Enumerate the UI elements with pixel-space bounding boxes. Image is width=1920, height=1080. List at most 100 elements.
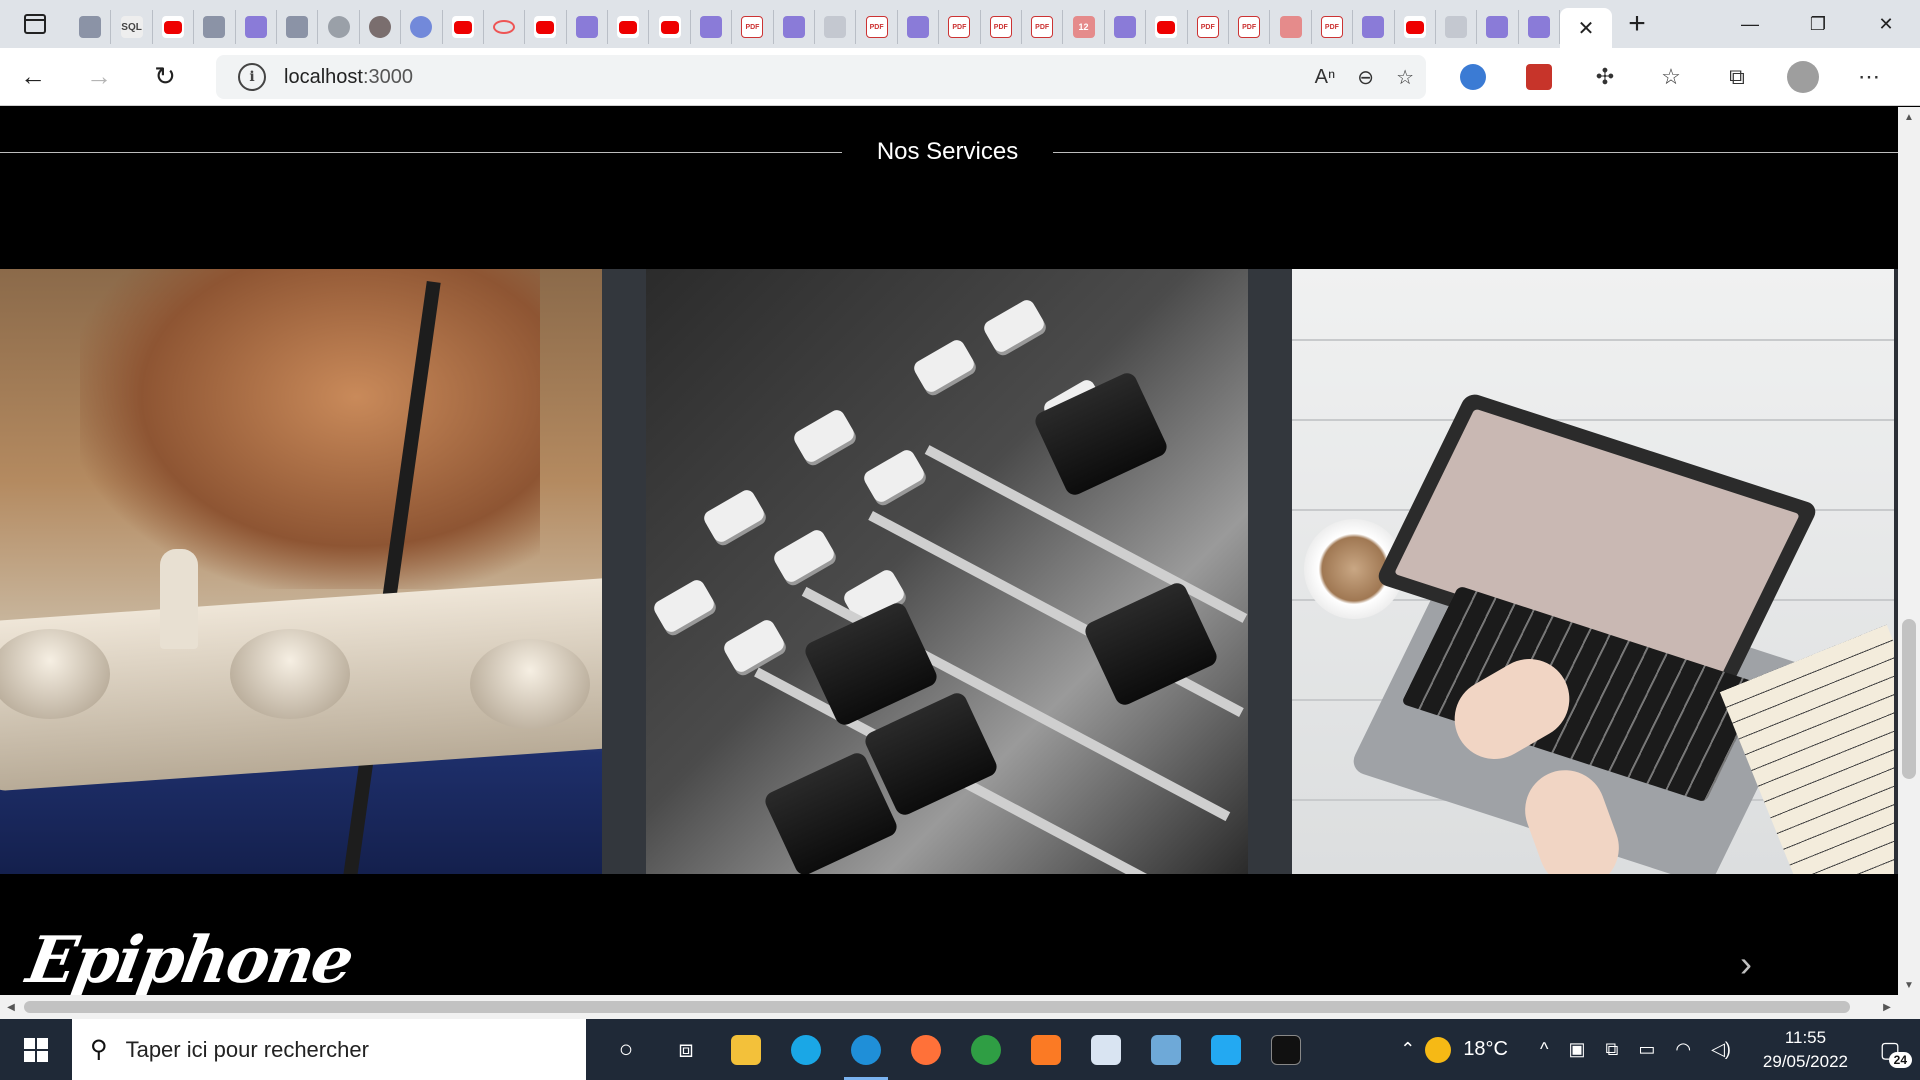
- button-shape: [721, 617, 787, 675]
- volume-icon[interactable]: ◁): [1711, 1039, 1731, 1060]
- battery-icon[interactable]: ▭: [1638, 1039, 1655, 1060]
- tab[interactable]: PDF: [856, 10, 898, 44]
- tab[interactable]: [1519, 10, 1561, 44]
- show-hidden-icons-icon[interactable]: ^: [1540, 1039, 1548, 1060]
- tab[interactable]: [1477, 10, 1519, 44]
- address-bar[interactable]: i localhost:3000 A︎ⁿ ⊖ ☆: [216, 55, 1426, 99]
- forward-button[interactable]: →: [66, 48, 132, 106]
- scroll-up-icon[interactable]: ▲: [1898, 107, 1920, 127]
- scroll-down-icon[interactable]: ▼: [1898, 975, 1920, 995]
- tab[interactable]: [815, 10, 857, 44]
- wifi-icon[interactable]: ◠: [1675, 1039, 1691, 1060]
- chrome-icon[interactable]: [956, 1019, 1016, 1080]
- vertical-scroll-thumb[interactable]: [1902, 619, 1916, 779]
- tab[interactable]: [194, 10, 236, 44]
- tab[interactable]: PDF: [981, 10, 1022, 44]
- terminal-icon[interactable]: [1256, 1019, 1316, 1080]
- favorites-icon[interactable]: ☆: [1638, 48, 1704, 106]
- ms-edge-dev-icon[interactable]: [776, 1019, 836, 1080]
- tab[interactable]: [318, 10, 360, 44]
- close-tab-icon[interactable]: ✕: [1578, 16, 1595, 41]
- tab[interactable]: PDF: [1188, 10, 1229, 44]
- vertical-scrollbar[interactable]: ▲ ▼: [1898, 107, 1920, 995]
- tab[interactable]: [153, 10, 195, 44]
- tab[interactable]: PDF: [732, 10, 774, 44]
- tab[interactable]: PDF: [1312, 10, 1354, 44]
- taskbar-search[interactable]: ⚲ Taper ici pour rechercher: [72, 1019, 586, 1080]
- tab[interactable]: [525, 10, 567, 44]
- screen-capture-icon[interactable]: ⧉: [1605, 1039, 1618, 1060]
- laptop-music-sheet-image[interactable]: [1292, 269, 1894, 874]
- tab[interactable]: [360, 10, 402, 44]
- tab[interactable]: [898, 10, 940, 44]
- collections-icon[interactable]: ⧉: [1704, 48, 1770, 106]
- scroll-right-icon[interactable]: ▶: [1876, 995, 1898, 1019]
- tab[interactable]: [70, 10, 112, 44]
- tab[interactable]: [567, 10, 609, 44]
- guitar-repair-image[interactable]: [0, 269, 602, 874]
- tab[interactable]: [1146, 10, 1188, 44]
- purple-app-icon: [907, 16, 929, 38]
- virtualbox-icon[interactable]: [1136, 1019, 1196, 1080]
- ms-edge-icon[interactable]: [836, 1019, 896, 1080]
- reload-button[interactable]: ↻: [132, 48, 198, 106]
- scroll-left-icon[interactable]: ◀: [0, 995, 22, 1019]
- restore-button[interactable]: ❐: [1784, 0, 1852, 48]
- tab[interactable]: [649, 10, 691, 44]
- active-tab[interactable]: ✕: [1560, 8, 1613, 48]
- close-window-button[interactable]: ✕: [1852, 0, 1920, 48]
- minimize-button[interactable]: —: [1716, 0, 1784, 48]
- button-shape: [771, 527, 837, 585]
- tab[interactable]: PDF: [1022, 10, 1064, 44]
- tab[interactable]: [1395, 10, 1436, 44]
- tab[interactable]: [608, 10, 650, 44]
- tab[interactable]: [1105, 10, 1147, 44]
- meet-now-icon[interactable]: ▣: [1568, 1039, 1585, 1060]
- mixing-console-image[interactable]: [646, 269, 1248, 874]
- tab[interactable]: PDF: [1229, 10, 1271, 44]
- extension-button[interactable]: [1506, 48, 1572, 106]
- url-text[interactable]: localhost:3000: [284, 66, 413, 89]
- horizontal-scrollbar[interactable]: ◀ ▶: [0, 995, 1898, 1019]
- tab[interactable]: PDF: [939, 10, 981, 44]
- notification-center-button[interactable]: ▢ 24: [1870, 1030, 1912, 1070]
- vscode-icon[interactable]: [1196, 1019, 1256, 1080]
- tab[interactable]: [401, 10, 443, 44]
- tab-actions-button[interactable]: [0, 0, 70, 48]
- tab[interactable]: [1270, 10, 1312, 44]
- settings-more-icon[interactable]: ⋯: [1836, 48, 1902, 106]
- tab[interactable]: [1436, 10, 1478, 44]
- tab[interactable]: [774, 10, 816, 44]
- paint-icon[interactable]: [1076, 1019, 1136, 1080]
- chevron-up-down-icon[interactable]: ⌃: [1400, 1039, 1415, 1060]
- zoom-out-icon[interactable]: ⊖: [1357, 65, 1374, 90]
- profile-button[interactable]: [1770, 48, 1836, 106]
- file-explorer-icon[interactable]: [716, 1019, 776, 1080]
- weather-sun-icon[interactable]: [1425, 1036, 1452, 1063]
- start-button[interactable]: [0, 1019, 72, 1080]
- add-favorite-icon[interactable]: ☆: [1396, 65, 1414, 90]
- extensions-puzzle-icon[interactable]: ✣: [1572, 48, 1638, 106]
- tab[interactable]: [1353, 10, 1395, 44]
- tab[interactable]: [277, 10, 319, 44]
- back-button[interactable]: ←: [0, 48, 66, 106]
- cortana-icon[interactable]: ○: [596, 1019, 656, 1080]
- temperature[interactable]: 18°C: [1463, 1038, 1508, 1061]
- tab[interactable]: 12: [1063, 10, 1105, 44]
- carousel-next-icon[interactable]: ›: [1740, 943, 1752, 985]
- tab[interactable]: [484, 10, 526, 44]
- tab[interactable]: SQL: [111, 10, 153, 44]
- tab[interactable]: [691, 10, 733, 44]
- tab[interactable]: [236, 10, 277, 44]
- task-view-icon[interactable]: ⧈: [656, 1019, 716, 1080]
- react-icon: [203, 16, 226, 38]
- new-tab-button[interactable]: +: [1612, 0, 1662, 48]
- extension-button[interactable]: [1440, 48, 1506, 106]
- xampp-icon[interactable]: [1016, 1019, 1076, 1080]
- tab[interactable]: [443, 10, 484, 44]
- site-info-icon[interactable]: i: [238, 63, 266, 91]
- firefox-icon[interactable]: [896, 1019, 956, 1080]
- clock[interactable]: 11:55 29/05/2022: [1763, 1026, 1848, 1074]
- horizontal-scroll-thumb[interactable]: [24, 1001, 1850, 1013]
- read-aloud-icon[interactable]: A︎ⁿ: [1315, 66, 1336, 89]
